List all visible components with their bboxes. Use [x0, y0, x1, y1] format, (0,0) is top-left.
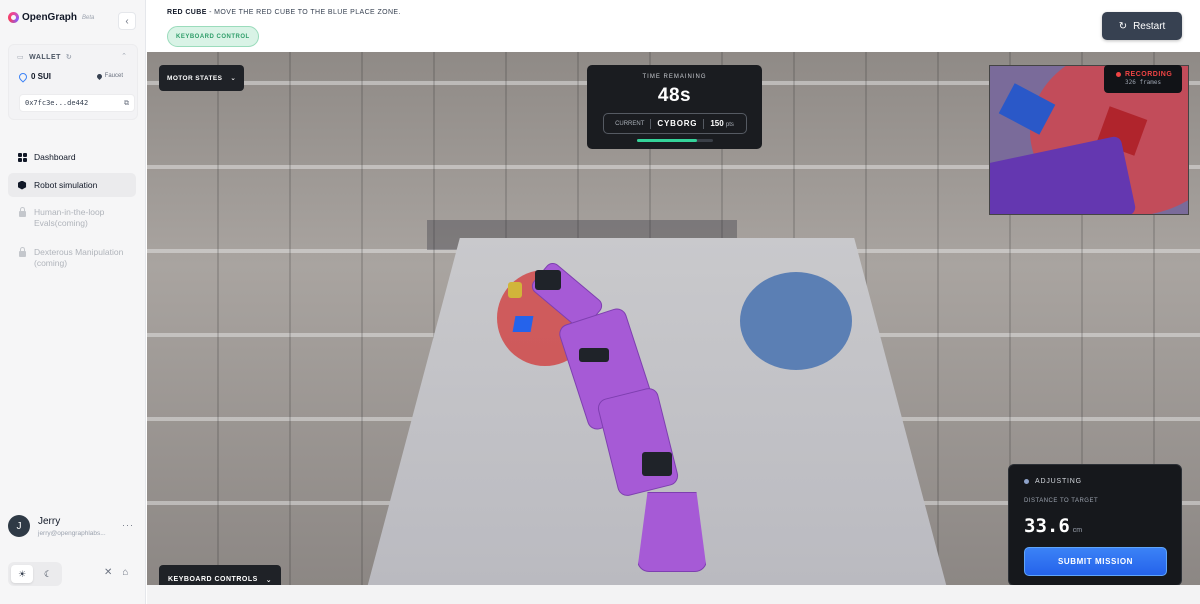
lock-icon — [17, 246, 27, 257]
moon-icon[interactable]: ☾ — [37, 565, 59, 583]
sidebar-item-label: Dexterous Manipulation (coming) — [34, 247, 124, 268]
sidebar-item-label: Dashboard — [34, 151, 76, 162]
more-options-icon[interactable]: ··· — [122, 520, 134, 530]
sidebar-item-label: Human-in-the-loop Evals(coming) — [34, 207, 105, 228]
keyboard-controls-dropdown[interactable]: KEYBOARD CONTROLS ⌄ — [159, 565, 282, 585]
sui-drop-icon — [17, 70, 29, 83]
task-text: - MOVE THE RED CUBE TO THE BLUE PLACE ZO… — [206, 9, 401, 16]
sidebar-item-dexterous-manipulation: Dexterous Manipulation (coming) — [8, 241, 136, 277]
brand-name: OpenGraph — [22, 12, 78, 23]
restart-label: Restart — [1133, 20, 1166, 32]
robot-arm-base — [637, 492, 707, 572]
wallet-address[interactable]: 0x7fc3e...de442 ⧉ — [19, 94, 135, 112]
faucet-label: Faucet — [104, 73, 123, 79]
chevron-up-icon[interactable]: ⌃ — [121, 52, 127, 60]
user-email: jerry@opengraphlabs... — [38, 529, 106, 537]
collapse-sidebar-button[interactable]: ‹ — [118, 12, 136, 30]
time-remaining-label: TIME REMAINING — [642, 74, 707, 80]
sidebar-item-dashboard[interactable]: Dashboard — [8, 145, 136, 169]
distance-label: DISTANCE TO TARGET — [1024, 498, 1099, 504]
recording-dot-icon — [1116, 72, 1121, 77]
address-text: 0x7fc3e...de442 — [25, 99, 89, 107]
chevron-down-icon: ⌄ — [230, 75, 237, 82]
task-title: RED CUBE — [167, 9, 207, 16]
timer-panel: TIME REMAINING 48s CURRENT CYBORG 150 pt… — [587, 65, 762, 149]
distance-value: 33.6 — [1024, 515, 1070, 537]
user-name: Jerry — [38, 515, 61, 527]
home-icon[interactable]: ⌂ — [122, 567, 128, 578]
current-agent-chip: CURRENT CYBORG 150 pts — [602, 113, 747, 134]
wallet-balance: 0 SUI — [17, 70, 52, 83]
keyboard-controls-label: KEYBOARD CONTROLS — [168, 576, 258, 583]
grid-icon — [17, 152, 27, 162]
refresh-icon[interactable]: ↻ — [66, 53, 72, 61]
points-display: 150 pts — [710, 119, 734, 128]
footer-links: ✕ ⌂ — [104, 567, 128, 578]
user-profile[interactable]: J Jerry jerry@opengraphlabs... ··· — [8, 515, 138, 537]
blue-place-zone — [740, 272, 852, 370]
simulation-viewport[interactable]: MOTOR STATES ⌄ TIME REMAINING 48s CURREN… — [147, 52, 1200, 585]
time-remaining-value: 48s — [657, 85, 692, 106]
submit-mission-button[interactable]: SUBMIT MISSION — [1024, 547, 1167, 576]
sidebar-item-robot-simulation[interactable]: Robot simulation — [8, 173, 136, 197]
time-progress-bar — [636, 139, 713, 142]
keyboard-control-pill[interactable]: KEYBOARD CONTROL — [167, 26, 259, 47]
chevron-left-icon: ‹ — [125, 15, 129, 27]
agent-name: CYBORG — [657, 119, 698, 128]
faucet-drop-icon — [95, 72, 103, 80]
hexagon-icon — [17, 180, 27, 190]
wallet-title: WALLET — [29, 53, 61, 61]
task-description: RED CUBE - MOVE THE RED CUBE TO THE BLUE… — [167, 9, 401, 16]
bottom-strip — [147, 585, 1200, 604]
x-logo-icon[interactable]: ✕ — [104, 567, 112, 578]
sun-icon[interactable]: ☀ — [11, 565, 33, 583]
distance-display: 33.6 cm — [1024, 515, 1082, 537]
restart-button[interactable]: ↻ Restart — [1102, 12, 1182, 40]
beta-tag: Beta — [82, 14, 95, 21]
recording-badge: RECORDING 326 frames — [1104, 65, 1182, 93]
time-progress-fill — [636, 139, 698, 142]
wallet-header[interactable]: ▭ WALLET ↻ — [17, 53, 72, 62]
brand[interactable]: OpenGraph Beta — [8, 12, 94, 23]
status-dot-icon — [1024, 479, 1029, 484]
distance-unit: cm — [1072, 527, 1083, 534]
restart-icon: ↻ — [1118, 20, 1128, 32]
external-link-icon[interactable]: ⧉ — [124, 99, 129, 108]
sidebar-item-human-in-the-loop: Human-in-the-loop Evals(coming) — [8, 201, 136, 237]
recording-frames: 326 frames — [1125, 79, 1162, 86]
wallet-icon: ▭ — [17, 54, 25, 61]
sidebar-item-label: Robot simulation — [34, 179, 98, 190]
wallet-card: ▭ WALLET ↻ ⌃ 0 SUI Faucet 0x7fc3e...de44… — [8, 44, 138, 120]
lock-icon — [17, 206, 27, 217]
avatar: J — [8, 515, 30, 537]
points-unit: pts — [725, 122, 734, 128]
chevron-down-icon: ⌄ — [265, 576, 273, 584]
points-value: 150 — [710, 119, 724, 128]
sidebar-nav: Dashboard Robot simulation Human-in-the-… — [8, 145, 136, 281]
servo-motor — [642, 452, 672, 476]
motor-states-label: MOTOR STATES — [167, 74, 223, 82]
current-label: CURRENT — [615, 120, 645, 127]
motor-states-dropdown[interactable]: MOTOR STATES ⌄ — [159, 65, 245, 91]
sidebar: OpenGraph Beta ‹ ▭ WALLET ↻ ⌃ 0 SUI Fauc… — [0, 0, 146, 604]
mission-status-panel: ADJUSTING DISTANCE TO TARGET 33.6 cm SUBM… — [1008, 464, 1182, 585]
yellow-object — [508, 282, 522, 298]
servo-motor — [535, 270, 561, 290]
faucet-button[interactable]: Faucet — [95, 72, 123, 80]
servo-motor — [579, 348, 609, 362]
recording-label: RECORDING — [1125, 71, 1173, 78]
balance-value: 0 SUI — [31, 72, 52, 81]
status-state: ADJUSTING — [1035, 478, 1082, 485]
blue-cube — [512, 316, 534, 332]
theme-toggle: ☀ ☾ — [8, 562, 62, 586]
top-bar: RED CUBE - MOVE THE RED CUBE TO THE BLUE… — [147, 0, 1200, 52]
opengraph-logo-icon — [8, 12, 19, 23]
